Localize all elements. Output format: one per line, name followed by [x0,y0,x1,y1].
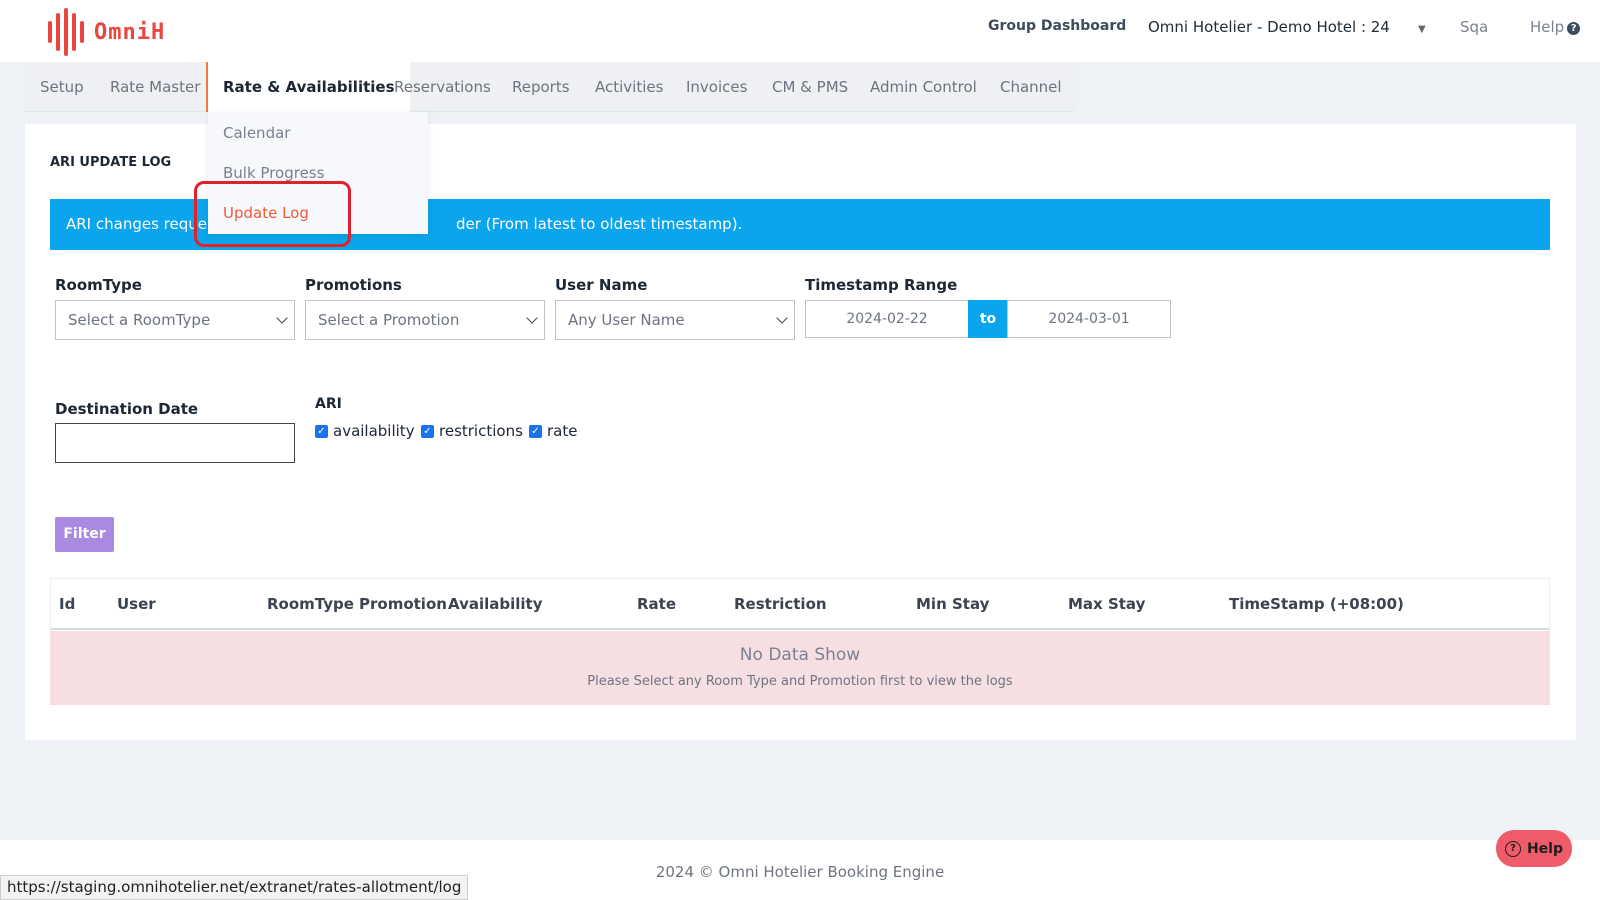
page-title: ARI UPDATE LOG [50,155,172,170]
col-id[interactable]: Id [59,595,75,613]
restrictions-checkbox[interactable]: ✓ restrictions [421,422,523,440]
destination-date-input[interactable] [55,423,295,463]
group-dashboard-link[interactable]: Group Dashboard [988,18,1126,34]
info-banner-text-end: der (From latest to oldest timestamp). [456,215,743,233]
dropdown-item-bulk-progress[interactable]: Bulk Progress [223,164,324,182]
top-header: OmniH Group Dashboard Omni Hotelier - De… [0,0,1600,62]
chevron-down-icon [526,312,538,324]
empty-subtitle: Please Select any Room Type and Promotio… [587,674,1013,689]
brand-name: OmniH [94,19,166,45]
col-min-stay[interactable]: Min Stay [916,595,989,613]
roomtype-select-value: Select a RoomType [68,311,211,329]
col-roomtype[interactable]: RoomType [267,595,354,613]
col-restriction[interactable]: Restriction [734,595,827,613]
table-empty-row: No Data Show Please Select any Room Type… [50,631,1550,705]
col-rate[interactable]: Rate [637,595,676,613]
nav-reports[interactable]: Reports [512,62,570,112]
col-promotion[interactable]: Promotion [359,595,447,613]
date-from-input[interactable]: 2024-02-22 [805,300,969,338]
availability-checkbox[interactable]: ✓ availability [315,422,415,440]
col-timestamp[interactable]: TimeStamp (+08:00) [1229,595,1404,613]
col-availability[interactable]: Availability [448,595,543,613]
info-banner-text-start: ARI changes reque [66,215,207,233]
help-link-label: Help [1530,18,1565,36]
logo-icon [48,8,84,56]
roomtype-label: RoomType [55,276,142,294]
destination-date-label: Destination Date [55,400,199,418]
checkbox-checked-icon: ✓ [421,424,434,438]
promotion-select-value: Select a Promotion [318,311,460,329]
help-floating-button[interactable]: ? Help [1496,830,1572,867]
annotation-highlight-box [194,181,351,247]
nav-cm-pms[interactable]: CM & PMS [772,62,848,112]
nav-rate-master[interactable]: Rate Master [110,62,200,112]
help-circle-icon: ? [1504,840,1521,857]
filter-button[interactable]: Filter [55,517,114,552]
status-bar-url: https://staging.omnihotelier.net/extrane… [0,875,469,900]
dropdown-item-calendar[interactable]: Calendar [223,124,290,142]
nav-invoices[interactable]: Invoices [686,62,747,112]
timestamp-range-label: Timestamp Range [805,276,958,294]
promotions-label: Promotions [305,276,402,294]
nav-admin-control[interactable]: Admin Control [870,62,977,112]
promotion-select[interactable]: Select a Promotion [305,300,545,340]
main-nav: Setup Rate Master Rate & Availabilities … [24,62,1074,112]
nav-setup[interactable]: Setup [40,62,84,112]
rate-checkbox-label: rate [547,422,578,440]
user-menu[interactable]: Sqa [1460,18,1488,36]
username-select[interactable]: Any User Name [555,300,795,340]
username-label: User Name [555,276,648,294]
hotel-selector-caret-icon[interactable]: ▼ [1418,24,1426,35]
empty-title: No Data Show [739,645,861,665]
log-table-header: Id User RoomType Promotion Availability … [50,578,1550,630]
username-select-value: Any User Name [568,311,685,329]
nav-channel[interactable]: Channel [1000,62,1062,112]
date-to-input[interactable]: 2024-03-01 [1007,300,1171,338]
brand-logo[interactable]: OmniH [48,8,165,56]
availability-checkbox-label: availability [333,422,415,440]
nav-rate-availabilities[interactable]: Rate & Availabilities [206,62,410,112]
help-question-icon: ? [1567,22,1581,35]
roomtype-select[interactable]: Select a RoomType [55,300,295,340]
nav-activities[interactable]: Activities [595,62,663,112]
ari-label: ARI [315,396,342,412]
restrictions-checkbox-label: restrictions [439,422,523,440]
date-range-separator: to [968,300,1008,338]
col-user[interactable]: User [117,595,156,613]
checkbox-checked-icon: ✓ [315,424,328,438]
help-link[interactable]: Help? [1530,18,1581,36]
help-floating-button-label: Help [1526,840,1564,857]
col-max-stay[interactable]: Max Stay [1068,595,1145,613]
chevron-down-icon [776,312,788,324]
hotel-selector[interactable]: Omni Hotelier - Demo Hotel : 24 [1148,18,1390,36]
checkbox-checked-icon: ✓ [529,424,542,438]
rate-checkbox[interactable]: ✓ rate [529,422,577,440]
chevron-down-icon [276,312,288,324]
nav-reservations[interactable]: Reservations [394,62,491,112]
